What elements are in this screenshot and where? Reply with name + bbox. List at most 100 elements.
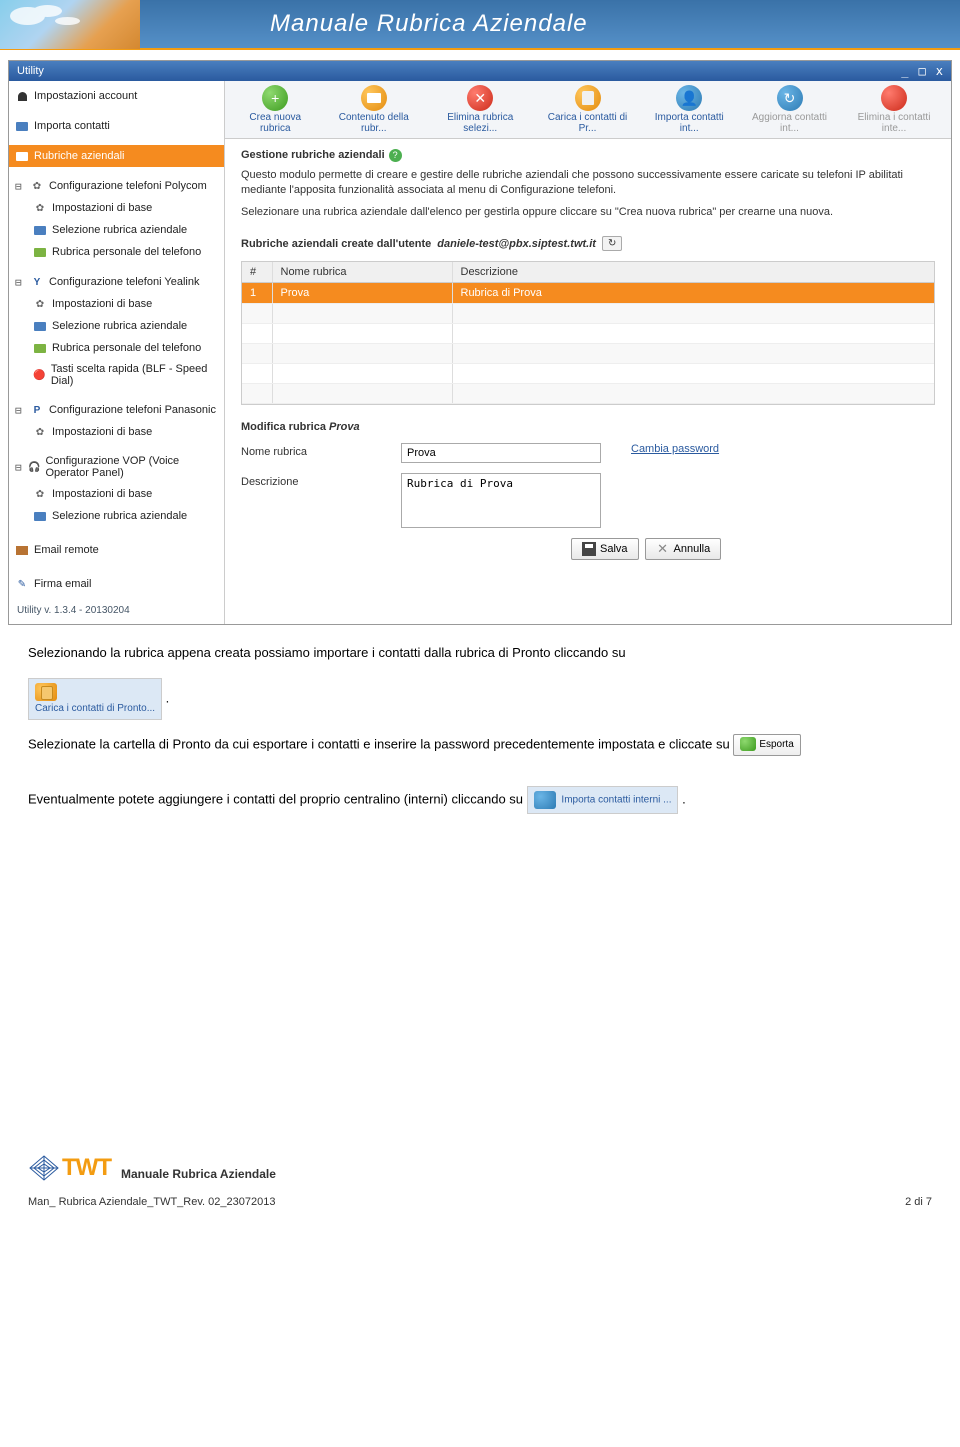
name-input[interactable]: [401, 443, 601, 463]
sidebar-label: Impostazioni account: [34, 90, 137, 102]
sidebar-label: Tasti scelta rapida (BLF - Speed Dial): [51, 363, 218, 387]
desc-input[interactable]: [401, 473, 601, 528]
toolbar-label: Contenuto della rubr...: [330, 112, 419, 134]
toolbar-item[interactable]: +Crea nuova rubrica: [229, 83, 322, 136]
section-heading: Gestione rubriche aziendali: [241, 149, 385, 161]
banner-title: Manuale Rubrica Aziendale: [270, 10, 588, 38]
col-name[interactable]: Nome rubrica: [272, 262, 452, 283]
toolbar-icon: [881, 85, 907, 111]
table-row[interactable]: 1ProvaRubrica di Prova: [242, 283, 934, 304]
titlebar: Utility _ □ x: [9, 61, 951, 81]
close-button[interactable]: x: [936, 64, 943, 78]
list-header: Rubriche aziendali create dall'utente da…: [225, 230, 951, 257]
intro-text-1: Questo modulo permette di creare e gesti…: [241, 168, 935, 199]
sidebar-item-firma[interactable]: ✎Firma email: [9, 573, 224, 595]
brand-logo: TWT: [28, 1154, 111, 1182]
toolbar-item[interactable]: ✕Elimina rubrica selezi...: [426, 83, 534, 136]
sidebar-item-rubriche[interactable]: Rubriche aziendali: [9, 145, 224, 167]
list-header-user: daniele-test@pbx.siptest.twt.it: [437, 238, 596, 250]
banner-title-wrap: Manuale Rubrica Aziendale: [140, 0, 960, 48]
sidebar-item-email-remote[interactable]: Email remote: [9, 539, 224, 561]
toolbar: +Crea nuova rubrica Contenuto della rubr.…: [225, 81, 951, 139]
sidebar-group-polycom[interactable]: ⊟✿Configurazione telefoni Polycom: [9, 175, 224, 197]
toolbar-label: Crea nuova rubrica: [237, 112, 314, 134]
doc-p1: Selezionando la rubrica appena creata po…: [28, 645, 626, 660]
toolbar-label: Elimina rubrica selezi...: [434, 112, 526, 134]
sidebar-label: Email remote: [34, 544, 99, 556]
desc-label: Descrizione: [241, 473, 371, 488]
sidebar-item[interactable]: ✿ Impostazioni di base: [9, 483, 224, 505]
sidebar-label: Rubriche aziendali: [34, 150, 125, 162]
collapse-icon[interactable]: ⊟: [15, 180, 25, 193]
sidebar-item[interactable]: ✿ Impostazioni di base: [9, 197, 224, 219]
name-label: Nome rubrica: [241, 443, 371, 458]
inline-button-carica: Carica i contatti di Pronto...: [28, 678, 162, 720]
table-row-empty: [242, 344, 934, 364]
table-row-empty: [242, 384, 934, 404]
headset-icon: 🎧: [28, 460, 40, 474]
sidebar-group-vop[interactable]: ⊟ 🎧 Configurazione VOP (Voice Operator Pan…: [9, 451, 224, 483]
toolbar-item[interactable]: 👤Importa contatti int...: [641, 83, 739, 136]
list-header-prefix: Rubriche aziendali create dall'utente: [241, 238, 431, 250]
gear-icon: ✿: [33, 487, 47, 501]
edit-section: Modifica rubrica Prova Nome rubrica Camb…: [225, 409, 951, 572]
sidebar-label: Impostazioni di base: [52, 488, 152, 500]
doc-reference: Man_ Rubrica Aziendale_TWT_Rev. 02_23072…: [28, 1196, 275, 1208]
sidebar-group-panasonic[interactable]: ⊟PConfigurazione telefoni Panasonic: [9, 399, 224, 421]
gear-icon: ✿: [30, 179, 44, 193]
sidebar-group-yealink[interactable]: ⊟ Y Configurazione telefoni Yealink: [9, 271, 224, 293]
page-number: 2 di 7: [905, 1196, 932, 1208]
maximize-button[interactable]: □: [919, 64, 926, 78]
rubrica-table: # Nome rubrica Descrizione 1ProvaRubrica…: [241, 261, 935, 405]
sidebar-label: Rubrica personale del telefono: [52, 246, 201, 258]
window-title: Utility: [17, 65, 44, 77]
cancel-button[interactable]: ✕Annulla: [645, 538, 722, 560]
footer-title: Manuale Rubrica Aziendale: [121, 1167, 276, 1181]
sidebar-item[interactable]: Selezione rubrica aziendale: [9, 219, 224, 241]
col-num[interactable]: #: [242, 262, 272, 283]
collapse-icon[interactable]: ⊟: [15, 404, 25, 417]
sidebar-item[interactable]: ✿Impostazioni di base: [9, 421, 224, 443]
toolbar-item[interactable]: Carica i contatti di Pr...: [535, 83, 641, 136]
toolbar-icon: ↻: [777, 85, 803, 111]
sidebar-item-account[interactable]: Impostazioni account: [9, 85, 224, 107]
toolbar-item[interactable]: Contenuto della rubr...: [322, 83, 427, 136]
col-desc[interactable]: Descrizione: [452, 262, 934, 283]
toolbar-icon: +: [262, 85, 288, 111]
doc-p2a: Selezionate la cartella di Pronto da cui…: [28, 736, 595, 751]
save-button[interactable]: Salva: [571, 538, 639, 560]
refresh-button[interactable]: ↻: [602, 236, 622, 251]
doc-p2b: impostata e cliccate su: [598, 736, 730, 751]
sidebar-label: Rubrica personale del telefono: [52, 342, 201, 354]
sidebar-label: Configurazione VOP (Voice Operator Panel…: [45, 455, 218, 479]
sidebar-item[interactable]: ✿ Impostazioni di base: [9, 293, 224, 315]
sidebar-item[interactable]: Selezione rubrica aziendale: [9, 505, 224, 527]
toolbar-label: Elimina i contatti inte...: [849, 112, 939, 134]
brand-icon: Y: [30, 275, 44, 289]
brand-icon: P: [30, 403, 44, 417]
gear-icon: ✿: [33, 201, 47, 215]
sidebar-label: Importa contatti: [34, 120, 110, 132]
toolbar-icon: [361, 85, 387, 111]
gear-icon: ✿: [33, 297, 47, 311]
table-row-empty: [242, 304, 934, 324]
help-icon[interactable]: ?: [389, 149, 402, 162]
sidebar-item[interactable]: Rubrica personale del telefono: [9, 337, 224, 359]
toolbar-icon: [575, 85, 601, 111]
sidebar-label: Configurazione telefoni Yealink: [49, 276, 199, 288]
toolbar-label: Carica i contatti di Pr...: [543, 112, 633, 134]
sidebar-item[interactable]: Rubrica personale del telefono: [9, 241, 224, 263]
toolbar-icon: 👤: [676, 85, 702, 111]
collapse-icon[interactable]: ⊟: [15, 461, 23, 474]
collapse-icon[interactable]: ⊟: [15, 276, 25, 289]
inline-button-esporta: Esporta: [733, 734, 800, 756]
sidebar-item[interactable]: 🔴Tasti scelta rapida (BLF - Speed Dial): [9, 359, 224, 391]
change-password-link[interactable]: Cambia password: [631, 443, 719, 455]
sidebar-label: Impostazioni di base: [52, 202, 152, 214]
sidebar-label: Impostazioni di base: [52, 298, 152, 310]
minimize-button[interactable]: _: [901, 64, 908, 78]
sidebar-label: Selezione rubrica aziendale: [52, 510, 187, 522]
sidebar-item-import[interactable]: Importa contatti: [9, 115, 224, 137]
sidebar-item[interactable]: Selezione rubrica aziendale: [9, 315, 224, 337]
gear-icon: ✿: [33, 425, 47, 439]
